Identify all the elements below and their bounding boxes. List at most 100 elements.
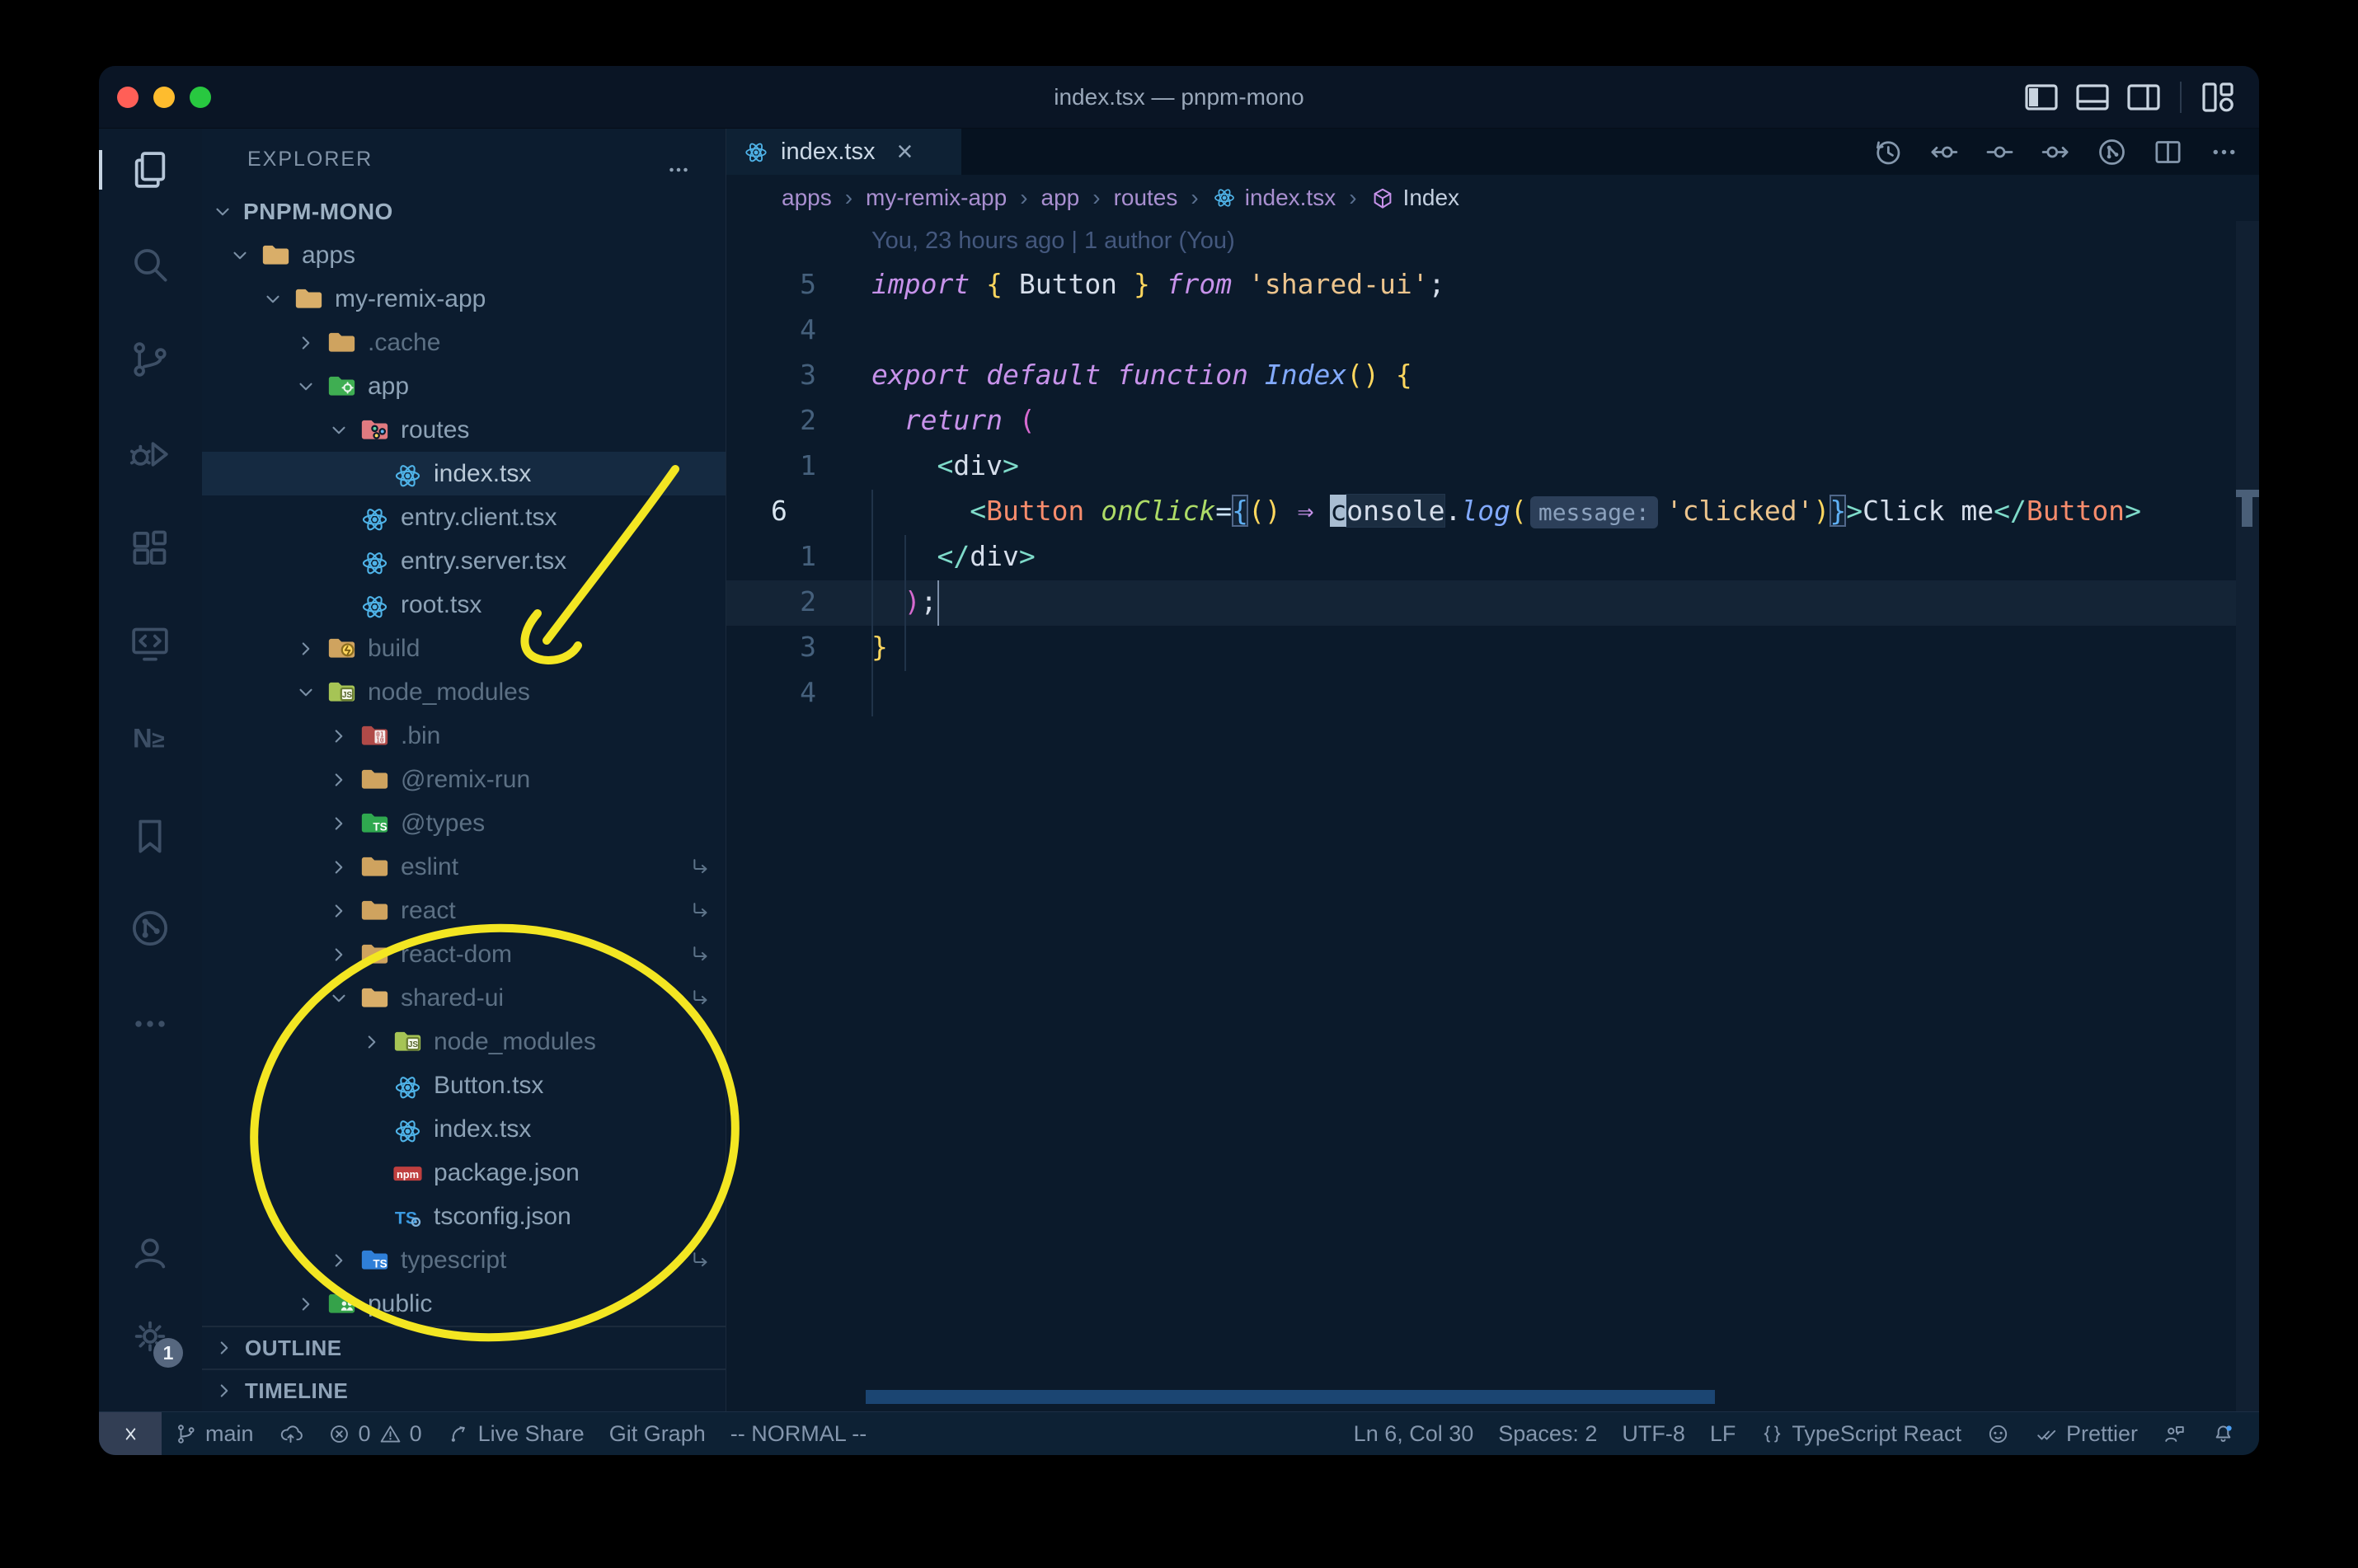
explorer-more-actions-icon[interactable]: [665, 147, 693, 172]
layout-sidebar-left-icon[interactable]: [2022, 77, 2061, 117]
tree-item--types[interactable]: TS @types: [202, 801, 726, 845]
tree-item-react-dom[interactable]: react-dom: [202, 932, 726, 976]
tree-item-my-remix-app[interactable]: my-remix-app: [202, 277, 726, 321]
status-item-feedback[interactable]: [2150, 1412, 2199, 1455]
chevron-right-icon[interactable]: [295, 332, 317, 354]
tree-item--remix-run[interactable]: @remix-run: [202, 758, 726, 801]
activity-bar-item-remote-explorer[interactable]: [127, 621, 173, 667]
status-item-formatter[interactable]: Prettier: [2022, 1412, 2150, 1455]
chevron-down-icon[interactable]: [295, 376, 317, 397]
status-item-problems[interactable]: 00: [315, 1412, 434, 1455]
chevron-right-icon[interactable]: [328, 725, 350, 747]
tree-item-shared-ui[interactable]: shared-ui: [202, 976, 726, 1020]
tree-item-button-tsx[interactable]: Button.tsx: [202, 1063, 726, 1107]
chevron-down-icon[interactable]: [262, 289, 284, 310]
tree-item-root-tsx[interactable]: root.tsx: [202, 583, 726, 627]
status-item-language-mode[interactable]: TypeScript React: [1748, 1412, 1974, 1455]
open-changes-icon[interactable]: [1983, 135, 2017, 169]
activity-bar-item-git-graph[interactable]: [127, 905, 173, 951]
tree-item-build[interactable]: build: [202, 627, 726, 670]
tree-item-index-tsx[interactable]: index.tsx: [202, 452, 726, 495]
tree-item-typescript[interactable]: TS typescript: [202, 1238, 726, 1282]
vertical-scrollbar[interactable]: [2236, 221, 2259, 1411]
open-changes-next-icon[interactable]: [2039, 135, 2073, 169]
chevron-right-icon[interactable]: [328, 900, 350, 922]
tree-item-entry-server-tsx[interactable]: entry.server.tsx: [202, 539, 726, 583]
chevron-right-icon[interactable]: [295, 1293, 317, 1315]
chevron-down-icon[interactable]: [295, 682, 317, 703]
activity-bar-item-settings[interactable]: 1: [127, 1313, 183, 1368]
status-item-branch[interactable]: main: [162, 1412, 266, 1455]
feedback-icon: [2163, 1422, 2187, 1446]
layout-panel-bottom-icon[interactable]: [2073, 77, 2112, 117]
chevron-down-icon[interactable]: [328, 988, 350, 1009]
tree-item--cache[interactable]: .cache: [202, 321, 726, 364]
tree-item-package-json[interactable]: npm package.json: [202, 1151, 726, 1195]
horizontal-scrollbar-thumb[interactable]: [866, 1390, 1715, 1404]
chevron-down-icon[interactable]: [328, 420, 350, 441]
more-actions-icon[interactable]: [2207, 135, 2241, 169]
status-item-git-graph[interactable]: Git Graph: [597, 1412, 718, 1455]
chevron-right-icon[interactable]: [328, 813, 350, 834]
tree-item-react[interactable]: react: [202, 889, 726, 932]
file-history-icon[interactable]: [2095, 135, 2129, 169]
tree-item-apps[interactable]: apps: [202, 233, 726, 277]
tree-item-index-tsx[interactable]: index.tsx: [202, 1107, 726, 1151]
breadcrumb-item-apps[interactable]: apps: [782, 185, 832, 211]
tree-item-routes[interactable]: routes: [202, 408, 726, 452]
code-editor[interactable]: You, 23 hours ago | 1 author (You) 5 impo…: [726, 221, 2259, 1411]
tree-item-entry-client-tsx[interactable]: entry.client.tsx: [202, 495, 726, 539]
chevron-right-icon[interactable]: [328, 769, 350, 791]
sidebar-section-timeline[interactable]: TIMELINE: [202, 1368, 726, 1411]
tree-item--bin[interactable]: 01 10 .bin: [202, 714, 726, 758]
activity-bar-item-explorer[interactable]: [99, 147, 173, 193]
tree-item-node-modules[interactable]: JS node_modules: [202, 670, 726, 714]
status-item-eol[interactable]: LF: [1698, 1412, 1749, 1455]
chevron-right-icon[interactable]: [295, 638, 317, 660]
breadcrumb-item-routes[interactable]: routes: [1114, 185, 1178, 211]
activity-bar-item-source-control[interactable]: [127, 336, 173, 383]
chevron-down-icon[interactable]: [229, 245, 251, 266]
tree-root-pnpm-mono[interactable]: PNPM-MONO: [202, 190, 726, 233]
status-item-vim-mode[interactable]: -- NORMAL --: [718, 1412, 879, 1455]
layout-sidebar-right-icon[interactable]: [2124, 77, 2163, 117]
tree-item-eslint[interactable]: eslint: [202, 845, 726, 889]
chevron-right-icon[interactable]: [361, 1031, 383, 1053]
activity-bar-item-accounts[interactable]: [127, 1229, 173, 1275]
sidebar-section-outline[interactable]: OUTLINE: [202, 1326, 726, 1368]
folder-types-icon: TS: [359, 811, 390, 836]
status-item-cursor-position[interactable]: Ln 6, Col 30: [1341, 1412, 1487, 1455]
status-item-sync[interactable]: [266, 1412, 315, 1455]
breadcrumb-item-app[interactable]: app: [1041, 185, 1080, 211]
activity-bar-item-nx-console[interactable]: N ≥: [127, 716, 173, 762]
layout-customize-icon[interactable]: [2198, 77, 2238, 117]
breadcrumb-item-index-tsx[interactable]: index.tsx: [1212, 185, 1336, 211]
chevron-right-icon[interactable]: [328, 1250, 350, 1271]
activity-bar-item-bookmarks[interactable]: [127, 813, 173, 859]
tree-item-node-modules[interactable]: JS node_modules: [202, 1020, 726, 1063]
open-changes-previous-icon[interactable]: [1927, 135, 1961, 169]
status-item-indentation[interactable]: Spaces: 2: [1486, 1412, 1609, 1455]
status-item-live-share[interactable]: Live Share: [434, 1412, 597, 1455]
chevron-right-icon[interactable]: [328, 857, 350, 878]
activity-bar-item-search[interactable]: [127, 242, 173, 288]
activity-bar-item-extensions[interactable]: [127, 526, 173, 572]
tree-item-app[interactable]: app: [202, 364, 726, 408]
close-tab-icon[interactable]: ×: [896, 138, 913, 166]
tree-item-public[interactable]: public: [202, 1282, 726, 1326]
split-editor-icon[interactable]: [2151, 135, 2185, 169]
breadcrumb-item-index[interactable]: Index: [1370, 185, 1459, 211]
svg-text:TS: TS: [373, 820, 387, 833]
status-item-notifications[interactable]: [2199, 1412, 2248, 1455]
activity-bar-item-run-and-debug[interactable]: [127, 431, 173, 477]
status-item-encoding[interactable]: UTF-8: [1609, 1412, 1698, 1455]
remote-indicator[interactable]: [99, 1412, 162, 1455]
breadcrumb-item-my-remix-app[interactable]: my-remix-app: [866, 185, 1007, 211]
timeline-icon[interactable]: [1871, 135, 1905, 169]
status-item-copilot[interactable]: [1974, 1412, 2022, 1455]
chevron-right-icon[interactable]: [328, 944, 350, 965]
tree-item-tsconfig-json[interactable]: TS tsconfig.json: [202, 1195, 726, 1238]
activity-bar-item-additional-views[interactable]: [127, 1001, 173, 1047]
tree-item-label: tsconfig.json: [434, 1202, 571, 1230]
tab-index-tsx[interactable]: index.tsx ×: [726, 129, 961, 175]
